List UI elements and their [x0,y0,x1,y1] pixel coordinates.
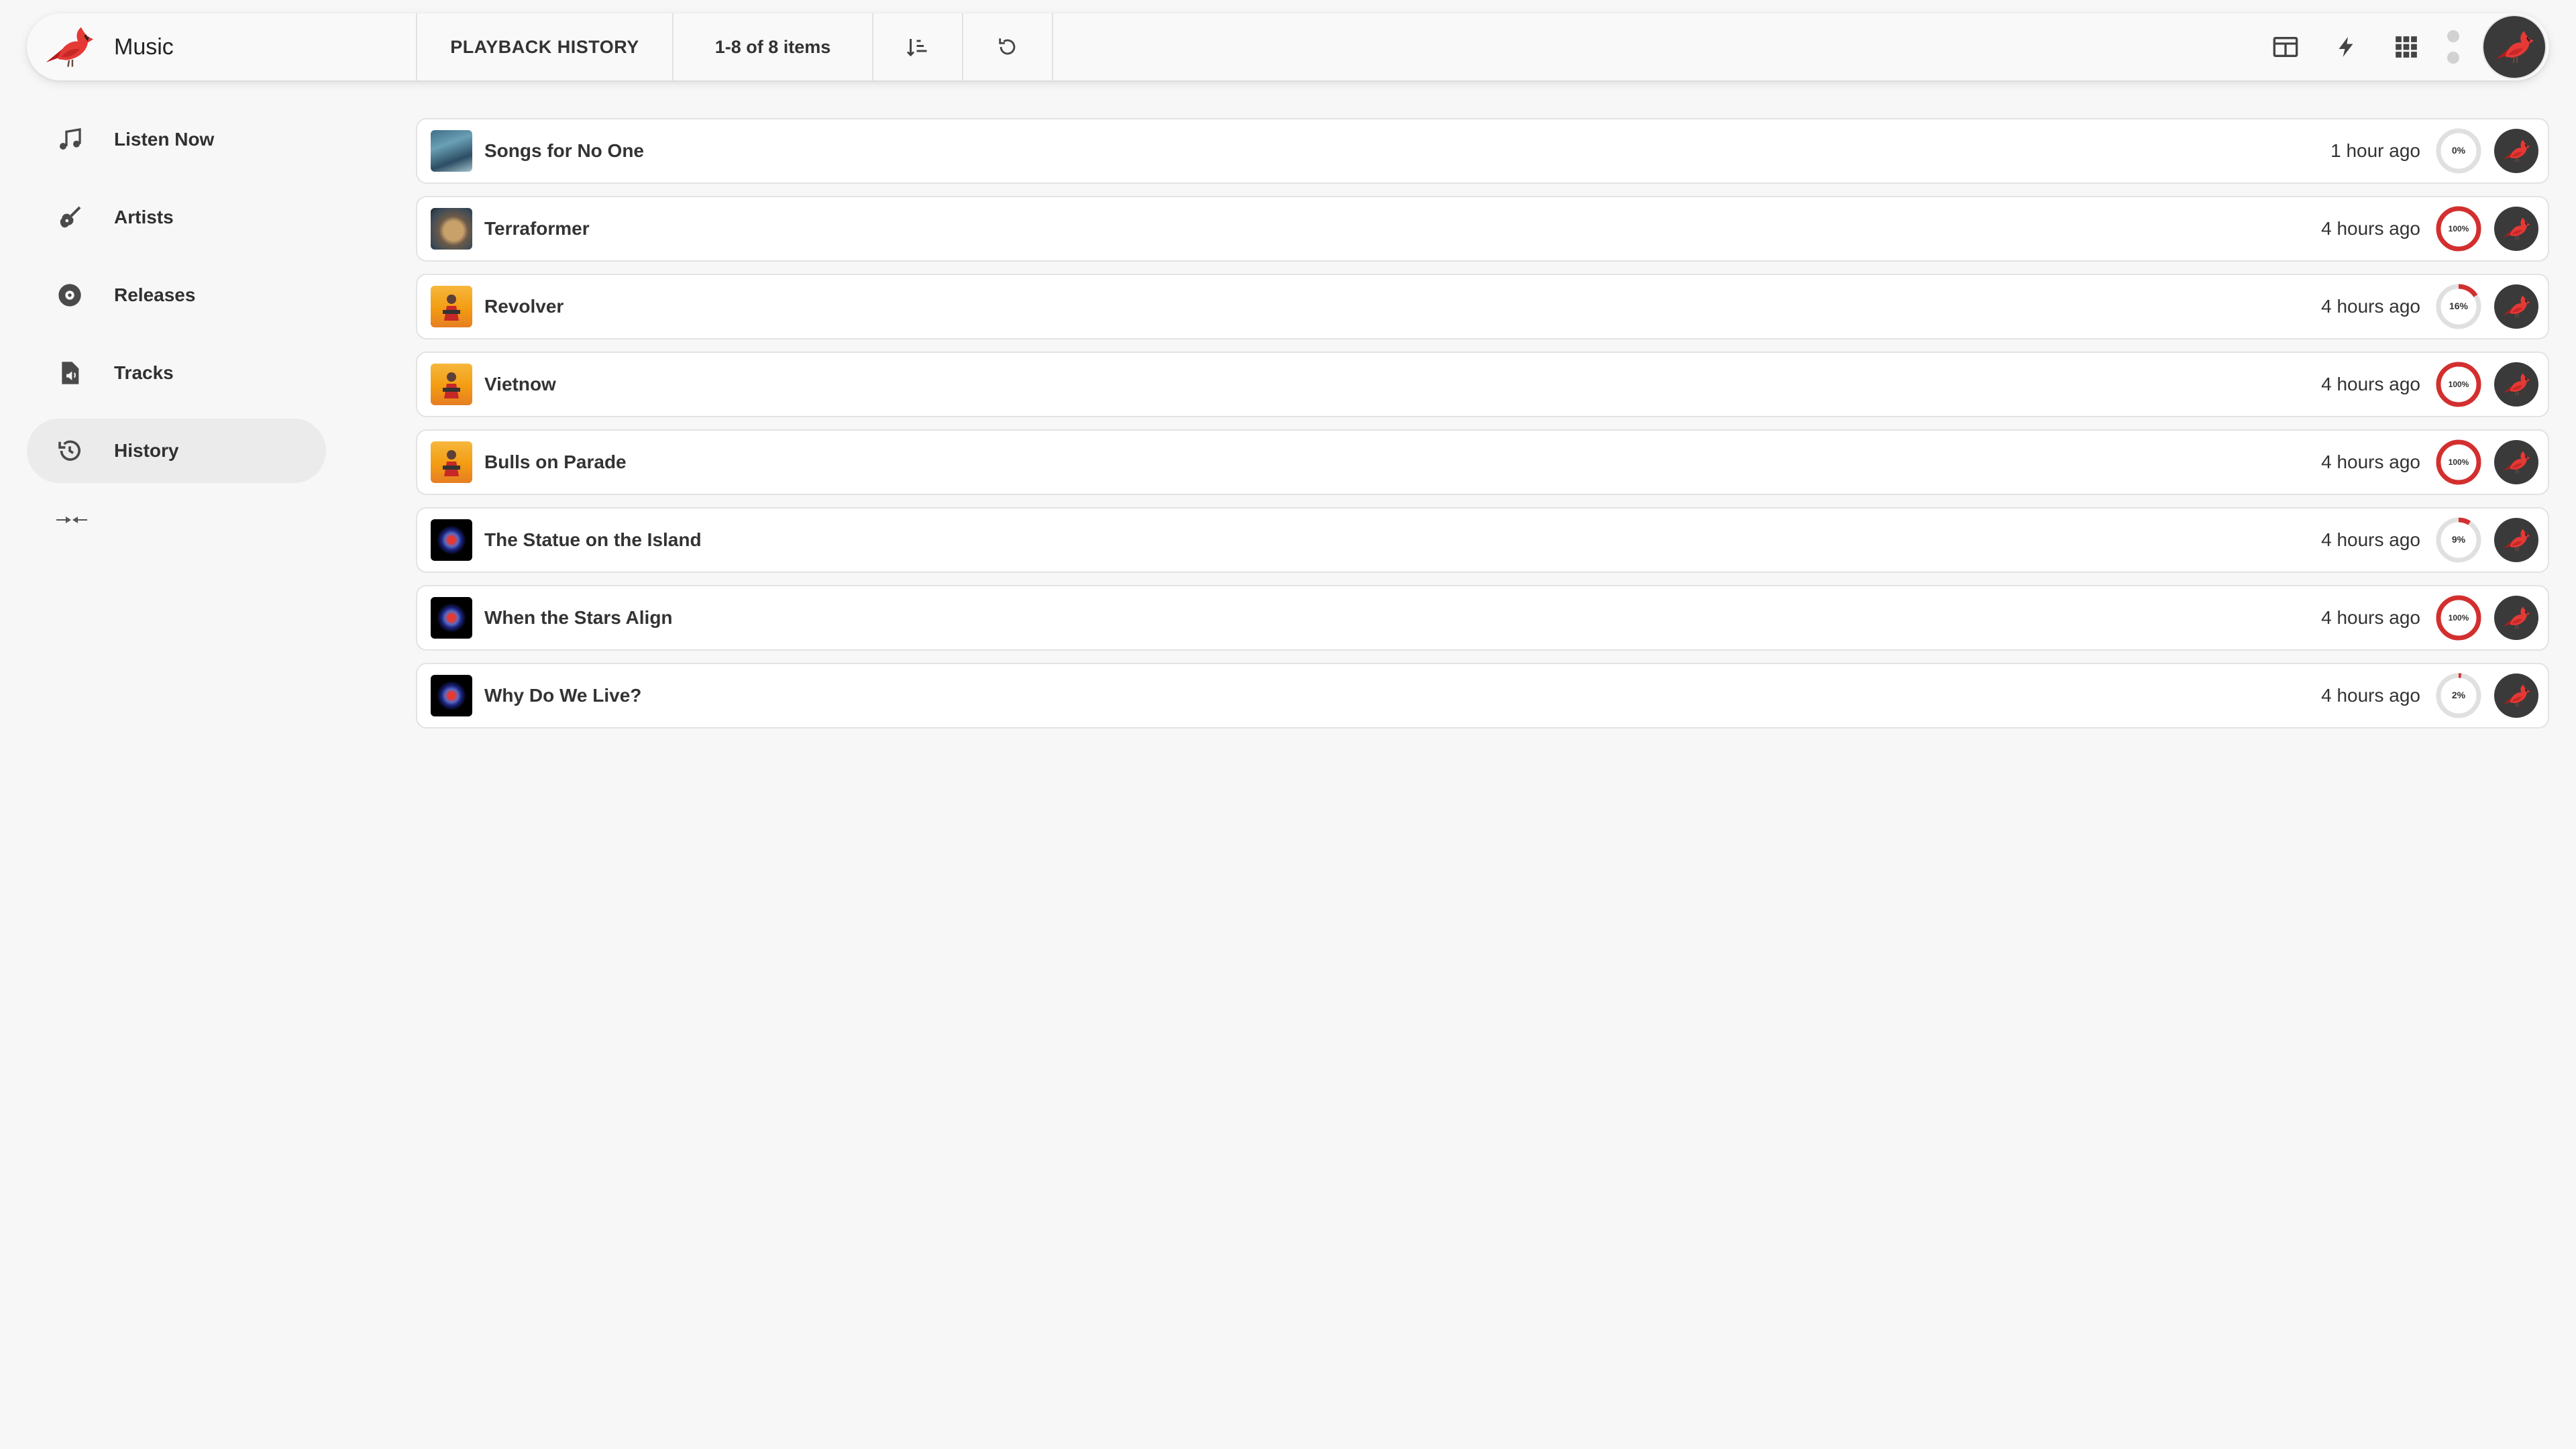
progress-label: 2% [2452,690,2466,700]
sidebar-item-tracks[interactable]: Tracks [27,341,326,405]
split-view-icon [2273,37,2298,57]
sidebar-item-label: History [114,440,179,461]
progress-ring: 9% [2436,517,2481,563]
status-dots-icon[interactable] [2436,30,2470,64]
page-title: PLAYBACK HISTORY [417,13,674,80]
album-art [431,519,472,561]
lightning-icon [2339,37,2353,57]
track-title[interactable]: Songs for No One [484,140,644,162]
album-art [431,130,472,172]
progress-label: 100% [2449,224,2469,233]
sidebar-item-releases[interactable]: Releases [27,263,326,327]
app-name: Music [114,34,174,60]
list-item[interactable]: Revolver 4 hours ago 16% [416,274,2549,339]
split-view-button[interactable] [2255,13,2316,80]
avatar[interactable] [2494,362,2538,407]
refresh-icon [999,38,1016,55]
brand: Music [27,13,417,80]
avatar[interactable] [2494,207,2538,251]
progress-ring: 100% [2436,362,2481,407]
track-title[interactable]: Revolver [484,296,564,317]
album-art [431,286,472,327]
progress-ring: 2% [2436,673,2481,718]
track-title[interactable]: The Statue on the Island [484,529,702,551]
progress-label: 0% [2452,145,2466,156]
played-time: 4 hours ago [2321,451,2420,472]
album-art [431,675,472,716]
sidebar-item-artists[interactable]: Artists [27,185,326,250]
sidebar: Listen Now Artists Releases Tracks Histo… [27,107,326,543]
played-time: 1 hour ago [2330,140,2420,161]
guitar-icon [48,204,91,231]
toolbar-actions [2255,13,2549,80]
sidebar-item-history[interactable]: History [27,419,326,483]
list-item[interactable]: Vietnow 4 hours ago 100% [416,352,2549,417]
album-art [431,597,472,639]
cardinal-logo-icon[interactable] [40,18,98,76]
apps-grid-icon [2396,36,2417,58]
sidebar-item-listen-now[interactable]: Listen Now [27,107,326,172]
progress-label: 9% [2452,534,2466,545]
list-item[interactable]: Why Do We Live? 4 hours ago 2% [416,663,2549,729]
list-item[interactable]: Terraformer 4 hours ago 100% [416,196,2549,262]
disc-icon [48,282,91,309]
album-art [431,208,472,250]
avatar[interactable] [2494,674,2538,718]
sidebar-item-label: Tracks [114,362,174,383]
progress-ring: 100% [2436,439,2481,485]
history-icon [48,437,91,464]
played-time: 4 hours ago [2321,685,2420,706]
played-time: 4 hours ago [2321,296,2420,317]
avatar[interactable] [2494,129,2538,173]
album-art [431,441,472,483]
progress-label: 100% [2449,613,2469,623]
music-note-icon [48,126,91,153]
played-time: 4 hours ago [2321,529,2420,550]
sidebar-item-label: Releases [114,284,196,305]
played-time: 4 hours ago [2321,218,2420,239]
playback-history-list: Songs for No One 1 hour ago 0% Terraform… [416,118,2549,741]
avatar[interactable] [2494,440,2538,484]
avatar[interactable] [2494,284,2538,329]
sidebar-item-label: Listen Now [114,129,215,150]
progress-ring: 100% [2436,595,2481,641]
track-title[interactable]: Bulls on Parade [484,451,627,473]
track-title[interactable]: Terraformer [484,218,590,239]
apps-grid-button[interactable] [2376,13,2436,80]
progress-ring: 0% [2436,128,2481,174]
list-item[interactable]: Bulls on Parade 4 hours ago 100% [416,429,2549,495]
sort-button[interactable] [873,13,963,80]
played-time: 4 hours ago [2321,374,2420,394]
collapse-sidebar-button[interactable] [27,496,326,543]
top-app-bar: Music PLAYBACK HISTORY 1-8 of 8 items [27,13,2549,80]
album-art [431,364,472,405]
list-item[interactable]: The Statue on the Island 4 hours ago 9% [416,507,2549,573]
audio-file-icon [48,360,91,386]
avatar[interactable] [2494,596,2538,640]
collapse-icon [56,517,87,523]
sidebar-item-label: Artists [114,207,174,227]
progress-label: 100% [2449,380,2469,389]
track-title[interactable]: When the Stars Align [484,607,673,629]
progress-ring: 16% [2436,284,2481,329]
list-item[interactable]: Songs for No One 1 hour ago 0% [416,118,2549,184]
avatar[interactable] [2494,518,2538,562]
progress-label: 16% [2449,301,2469,311]
refresh-button[interactable] [963,13,1053,80]
progress-ring: 100% [2436,206,2481,252]
track-title[interactable]: Why Do We Live? [484,685,641,706]
quick-actions-button[interactable] [2316,13,2376,80]
sort-ascending-icon [906,39,927,57]
track-title[interactable]: Vietnow [484,374,556,395]
played-time: 4 hours ago [2321,607,2420,628]
progress-label: 100% [2449,458,2469,467]
item-count: 1-8 of 8 items [674,13,873,80]
list-item[interactable]: When the Stars Align 4 hours ago 100% [416,585,2549,651]
user-avatar[interactable] [2483,16,2545,78]
